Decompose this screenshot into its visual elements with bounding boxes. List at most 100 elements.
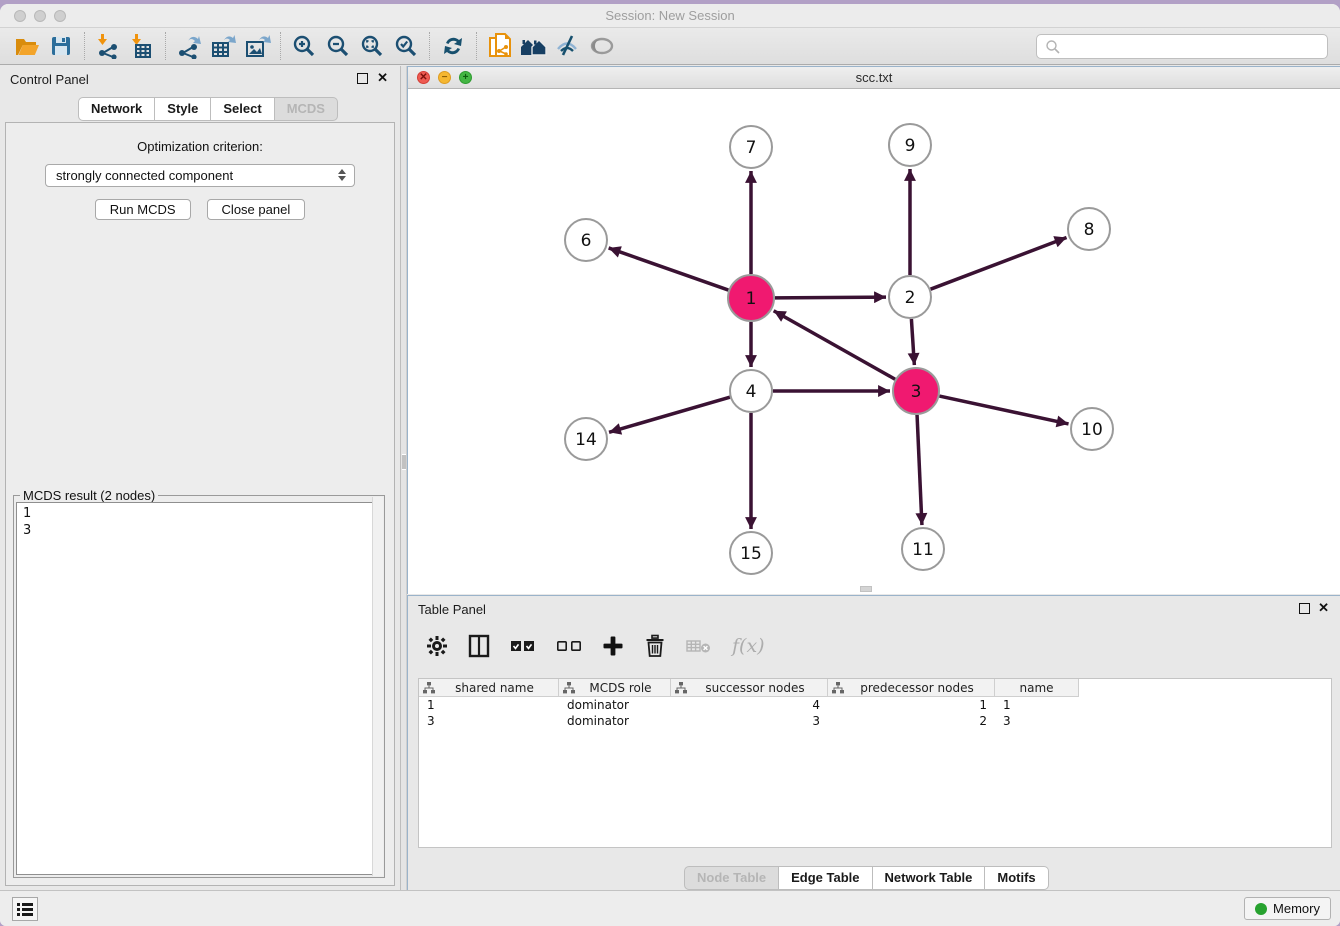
node-14[interactable]: 14 bbox=[565, 418, 607, 460]
table-row[interactable]: 3 dominator 3 2 3 bbox=[419, 713, 1331, 729]
node-1[interactable]: 1 bbox=[728, 275, 774, 321]
deselect-all-icon[interactable] bbox=[556, 631, 582, 661]
window-title: Session: New Session bbox=[0, 8, 1340, 23]
mcds-result-scrollbar[interactable] bbox=[372, 497, 383, 876]
import-table-icon[interactable] bbox=[125, 31, 159, 61]
main-toolbar bbox=[0, 28, 1340, 65]
node-9[interactable]: 9 bbox=[889, 124, 931, 166]
memory-button[interactable]: Memory bbox=[1244, 897, 1331, 920]
tab-motifs[interactable]: Motifs bbox=[985, 866, 1048, 890]
column-header-successor-nodes[interactable]: successor nodes bbox=[671, 679, 828, 697]
tab-style[interactable]: Style bbox=[155, 97, 211, 121]
zoom-selected-icon[interactable] bbox=[389, 31, 423, 61]
show-columns-icon[interactable] bbox=[468, 631, 490, 661]
task-history-button[interactable] bbox=[12, 897, 38, 921]
toolbar-separator bbox=[280, 32, 281, 60]
table-tabs: Node Table Edge Table Network Table Moti… bbox=[684, 866, 1049, 890]
optimization-criterion-label: Optimization criterion: bbox=[6, 139, 394, 154]
duplicate-network-icon[interactable] bbox=[483, 31, 517, 61]
add-row-icon[interactable] bbox=[602, 631, 624, 661]
edge-4-to-14[interactable] bbox=[609, 397, 730, 432]
node-4[interactable]: 4 bbox=[730, 370, 772, 412]
network-view-titlebar: ✕ − + scc.txt bbox=[408, 67, 1340, 89]
node-10[interactable]: 10 bbox=[1071, 408, 1113, 450]
refresh-view-icon[interactable] bbox=[436, 31, 470, 61]
delete-table-icon[interactable] bbox=[686, 631, 712, 661]
tab-select[interactable]: Select bbox=[211, 97, 274, 121]
node-label: 4 bbox=[746, 382, 757, 402]
delete-row-icon[interactable] bbox=[644, 631, 666, 661]
run-mcds-button[interactable]: Run MCDS bbox=[95, 199, 191, 220]
edge-1-to-2[interactable] bbox=[775, 297, 886, 298]
edge-2-to-8[interactable] bbox=[931, 238, 1067, 290]
right-area: ✕ − + scc.txt 7 9 6 8 1 2 4 3 14 10 15 11 Table Pan… bbox=[407, 66, 1340, 890]
search-input[interactable] bbox=[1036, 34, 1328, 59]
node-2[interactable]: 2 bbox=[889, 276, 931, 318]
tab-network-table[interactable]: Network Table bbox=[873, 866, 986, 890]
open-folder-icon[interactable] bbox=[10, 31, 44, 61]
close-panel-icon[interactable]: ✕ bbox=[377, 71, 388, 85]
vertical-splitter[interactable] bbox=[400, 66, 407, 890]
tab-edge-table[interactable]: Edge Table bbox=[779, 866, 872, 890]
horizontal-splitter-handle[interactable] bbox=[860, 586, 872, 592]
select-all-icon[interactable] bbox=[510, 631, 536, 661]
edge-3-to-1[interactable] bbox=[774, 311, 895, 379]
edge-3-to-11[interactable] bbox=[917, 415, 922, 525]
column-header-name[interactable]: name bbox=[995, 679, 1079, 697]
export-network-icon[interactable] bbox=[172, 31, 206, 61]
first-neighbors-icon[interactable] bbox=[517, 31, 551, 61]
network-canvas[interactable]: 7 9 6 8 1 2 4 3 14 10 15 11 bbox=[408, 89, 1340, 594]
zoom-in-icon[interactable] bbox=[287, 31, 321, 61]
float-table-panel-icon[interactable] bbox=[1299, 603, 1310, 614]
table-panel-title: Table Panel bbox=[418, 602, 486, 617]
table-row[interactable]: 1 dominator 4 1 1 bbox=[419, 697, 1331, 713]
control-panel-tabs: Network Style Select MCDS bbox=[78, 97, 338, 121]
hierarchy-icon bbox=[423, 682, 435, 694]
node-7[interactable]: 7 bbox=[730, 126, 772, 168]
column-header-predecessor-nodes[interactable]: predecessor nodes bbox=[828, 679, 995, 697]
node-table: shared name MCDS role successor nodes bbox=[418, 678, 1332, 848]
node-label: 8 bbox=[1084, 220, 1095, 240]
tab-mcds[interactable]: MCDS bbox=[275, 97, 338, 121]
splitter-handle[interactable] bbox=[402, 454, 406, 470]
node-6[interactable]: 6 bbox=[565, 219, 607, 261]
settings-gear-icon[interactable] bbox=[426, 631, 448, 661]
hierarchy-icon bbox=[675, 682, 687, 694]
tab-network[interactable]: Network bbox=[78, 97, 155, 121]
export-table-icon[interactable] bbox=[206, 31, 240, 61]
column-header-mcds-role[interactable]: MCDS role bbox=[559, 679, 671, 697]
mcds-result-text[interactable]: 1 3 bbox=[16, 502, 382, 875]
zoom-out-icon[interactable] bbox=[321, 31, 355, 61]
node-15[interactable]: 15 bbox=[730, 532, 772, 574]
node-8[interactable]: 8 bbox=[1068, 208, 1110, 250]
node-3[interactable]: 3 bbox=[893, 368, 939, 414]
control-panel: Control Panel ✕ Network Style Select MCD… bbox=[0, 66, 400, 890]
network-view-title: scc.txt bbox=[408, 70, 1340, 85]
node-label: 9 bbox=[905, 136, 916, 156]
optimization-criterion-select[interactable]: strongly connected component bbox=[45, 164, 355, 187]
node-11[interactable]: 11 bbox=[902, 528, 944, 570]
edge-1-to-6[interactable] bbox=[609, 248, 729, 290]
float-panel-icon[interactable] bbox=[357, 73, 368, 84]
hide-selected-icon[interactable] bbox=[551, 31, 585, 61]
table-panel: Table Panel ✕ bbox=[407, 595, 1340, 890]
save-session-icon[interactable] bbox=[44, 31, 78, 61]
import-network-icon[interactable] bbox=[91, 31, 125, 61]
tab-node-table[interactable]: Node Table bbox=[684, 866, 779, 890]
close-table-panel-icon[interactable]: ✕ bbox=[1318, 601, 1329, 615]
node-label: 1 bbox=[746, 289, 757, 309]
show-all-icon[interactable] bbox=[585, 31, 619, 61]
column-header-shared-name[interactable]: shared name bbox=[419, 679, 559, 697]
edge-2-to-3[interactable] bbox=[911, 319, 914, 365]
toolbar-separator bbox=[429, 32, 430, 60]
network-view-window: ✕ − + scc.txt 7 9 6 8 1 2 4 3 14 10 15 11 bbox=[407, 66, 1340, 594]
close-panel-button[interactable]: Close panel bbox=[207, 199, 306, 220]
table-header-row: shared name MCDS role successor nodes bbox=[419, 679, 1331, 697]
mcds-panel: Optimization criterion: strongly connect… bbox=[5, 122, 395, 886]
export-image-icon[interactable] bbox=[240, 31, 274, 61]
hierarchy-icon bbox=[832, 682, 844, 694]
fit-content-icon[interactable] bbox=[355, 31, 389, 61]
edge-3-to-10[interactable] bbox=[939, 396, 1068, 424]
apply-function-icon[interactable]: f(x) bbox=[732, 631, 765, 661]
mcds-result-group: MCDS result (2 nodes) 1 3 bbox=[13, 495, 385, 878]
